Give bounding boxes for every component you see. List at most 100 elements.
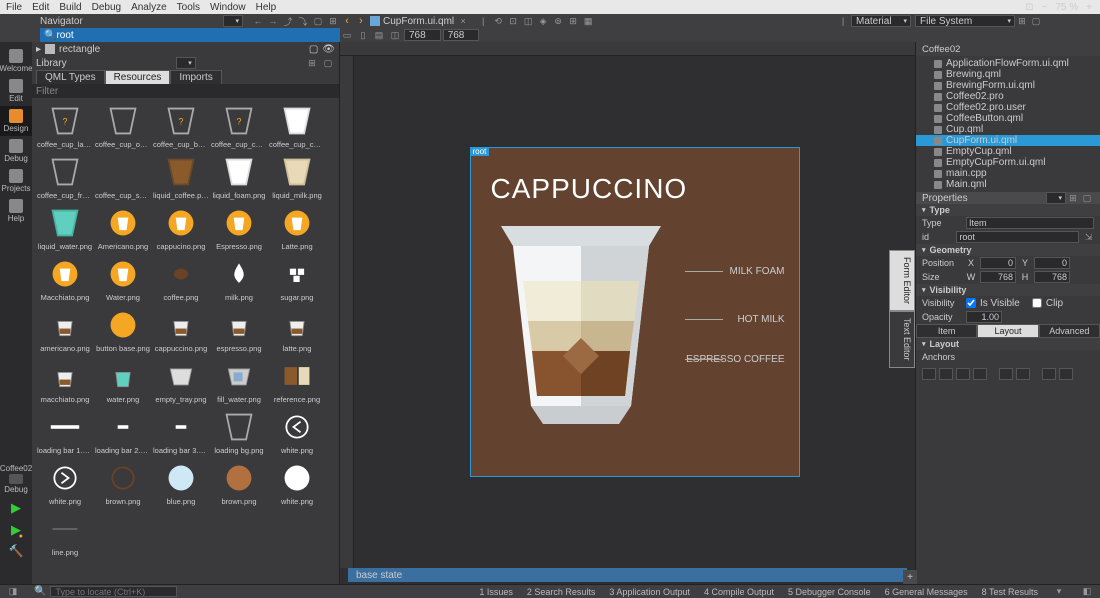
nav-tool-3[interactable]: ⤴: [281, 15, 295, 27]
nav-tool-4[interactable]: ⤵: [296, 15, 310, 27]
mode-debug[interactable]: Debug: [0, 136, 32, 166]
nav-fwd[interactable]: ›: [354, 14, 368, 28]
expand-icon[interactable]: ▸: [36, 44, 41, 55]
anchor-4[interactable]: [973, 368, 987, 380]
resource-item[interactable]: line.png: [36, 512, 94, 557]
zoom-in-icon[interactable]: +: [1086, 2, 1092, 13]
tree-item[interactable]: Brewing.qml: [916, 69, 1100, 80]
resource-item[interactable]: Latte.png: [268, 206, 326, 251]
tree-item[interactable]: Coffee02.pro.user: [916, 102, 1100, 113]
proptab-layout[interactable]: Layout: [977, 324, 1038, 338]
filesystem-combo[interactable]: File System: [915, 15, 1015, 27]
zoom-tool-a[interactable]: ⊡: [1025, 2, 1033, 13]
library-combo[interactable]: [176, 57, 196, 69]
navigator-search[interactable]: 🔍 root: [40, 28, 340, 42]
mode-design[interactable]: Design: [0, 106, 32, 136]
menu-tools[interactable]: Tools: [177, 2, 200, 13]
tool-c[interactable]: ◫: [521, 15, 535, 27]
resource-item[interactable]: blue.png: [152, 461, 210, 506]
lib-tool-2[interactable]: ▢: [321, 57, 335, 69]
dim-w[interactable]: 768: [404, 29, 441, 41]
nav-tool-1[interactable]: ←: [251, 15, 265, 27]
proptab-adv[interactable]: Advanced: [1039, 324, 1100, 338]
mode-edit[interactable]: Edit: [0, 76, 32, 106]
mode-projects[interactable]: Projects: [0, 166, 32, 196]
anchor-7[interactable]: [1042, 368, 1056, 380]
nav-tool-2[interactable]: →: [266, 15, 280, 27]
type-tool-1[interactable]: ▢: [309, 44, 318, 55]
type-tool-2[interactable]: 👁: [322, 44, 335, 55]
tool-f[interactable]: ⊞: [566, 15, 580, 27]
fs-tool-2[interactable]: ▢: [1029, 15, 1043, 27]
group-visibility[interactable]: Visibility: [916, 284, 1100, 296]
design-canvas[interactable]: root CAPPUCCINO: [354, 56, 915, 568]
resource-item[interactable]: brown.png: [210, 461, 268, 506]
tool-a[interactable]: ⟲: [491, 15, 505, 27]
prop-w[interactable]: [980, 271, 1016, 283]
tree-item[interactable]: CupForm.ui.qml: [916, 135, 1100, 146]
dim-tool-1[interactable]: ▭: [340, 29, 354, 41]
anchor-5[interactable]: [999, 368, 1013, 380]
prop-visible-chk[interactable]: [966, 298, 976, 308]
dim-tool-2[interactable]: ▯: [356, 29, 370, 41]
tool-d[interactable]: ◈: [536, 15, 550, 27]
fs-tool-1[interactable]: ⊞: [1015, 15, 1029, 27]
resource-item[interactable]: liquid_coffee.png: [152, 155, 210, 200]
anchor-8[interactable]: [1059, 368, 1073, 380]
run-debug-button[interactable]: ▶●: [11, 522, 21, 538]
output-general-messages[interactable]: 6 General Messages: [885, 587, 968, 597]
menu-help[interactable]: Help: [256, 2, 277, 13]
resource-item[interactable]: coffee_cup_front.png: [36, 155, 94, 200]
props-combo[interactable]: [1046, 192, 1066, 204]
tool-e[interactable]: ⊚: [551, 15, 565, 27]
prop-x[interactable]: [980, 257, 1016, 269]
zoom-out-icon[interactable]: −: [1042, 2, 1048, 13]
tab-text-editor[interactable]: Text Editor: [889, 311, 915, 368]
props-tool-1[interactable]: ⊞: [1066, 192, 1080, 204]
proptab-item[interactable]: Item: [916, 324, 977, 338]
output-search-results[interactable]: 2 Search Results: [527, 587, 596, 597]
resource-item[interactable]: loading bar 2.png: [94, 410, 152, 455]
tree-item[interactable]: ApplicationFlowForm.ui.qml: [916, 58, 1100, 69]
resource-item[interactable]: ?coffee_cup_large.png: [36, 104, 94, 149]
resource-item[interactable]: milk.png: [210, 257, 268, 302]
prop-id-value[interactable]: [956, 231, 1079, 243]
resource-item[interactable]: loading bg.png: [210, 410, 268, 455]
resource-item[interactable]: americano.png: [36, 308, 94, 353]
resource-item[interactable]: brown.png: [94, 461, 152, 506]
menu-debug[interactable]: Debug: [92, 2, 121, 13]
props-tool-2[interactable]: ▢: [1080, 192, 1094, 204]
menu-edit[interactable]: Edit: [32, 2, 49, 13]
tree-item[interactable]: Coffee02.pro: [916, 91, 1100, 102]
resource-item[interactable]: ?coffee_cup_back.png: [152, 104, 210, 149]
resource-item[interactable]: espresso.png: [210, 308, 268, 353]
resource-item[interactable]: latte.png: [268, 308, 326, 353]
bb-menu-icon[interactable]: ▾: [1052, 586, 1066, 598]
add-state-button[interactable]: +: [903, 570, 917, 584]
group-type[interactable]: Type: [916, 204, 1100, 216]
tree-item[interactable]: Main.qml: [916, 179, 1100, 190]
prop-opacity[interactable]: [966, 311, 1002, 323]
current-file[interactable]: CupForm.ui.qml: [370, 16, 454, 27]
resource-item[interactable]: loading bar 3.png: [152, 410, 210, 455]
resource-item[interactable]: empty_tray.png: [152, 359, 210, 404]
resource-item[interactable]: Americano.png: [94, 206, 152, 251]
resource-item[interactable]: Water.png: [94, 257, 152, 302]
group-geometry[interactable]: Geometry: [916, 244, 1100, 256]
resource-item[interactable]: coffee_cup_coverplat...: [268, 104, 326, 149]
resource-item[interactable]: reference.png: [268, 359, 326, 404]
tree-item[interactable]: main.cpp: [916, 168, 1100, 179]
tool-b[interactable]: ⊡: [506, 15, 520, 27]
menu-analyze[interactable]: Analyze: [131, 2, 167, 13]
build-button[interactable]: 🔨: [9, 544, 24, 558]
anchor-2[interactable]: [939, 368, 953, 380]
tree-item[interactable]: Cup.qml: [916, 124, 1100, 135]
prop-y[interactable]: [1034, 257, 1070, 269]
mode-welcome[interactable]: Welcome: [0, 46, 32, 76]
output-application-output[interactable]: 3 Application Output: [609, 587, 690, 597]
tab-imports[interactable]: Imports: [170, 70, 221, 84]
state-bar[interactable]: base state: [348, 568, 907, 582]
tree-item[interactable]: BrewingForm.ui.qml: [916, 80, 1100, 91]
resource-item[interactable]: liquid_water.png: [36, 206, 94, 251]
resource-item[interactable]: white.png: [36, 461, 94, 506]
